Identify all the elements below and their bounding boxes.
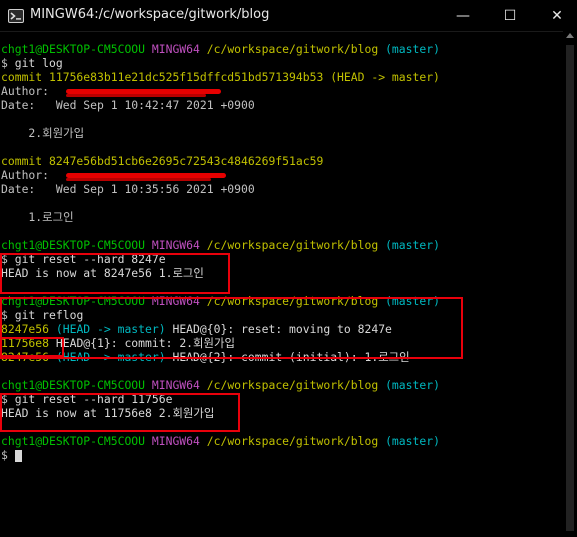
scroll-thumb[interactable] bbox=[566, 45, 574, 531]
close-button[interactable]: ✕ bbox=[534, 0, 577, 31]
prompt-branch: (master) bbox=[385, 434, 440, 448]
author-label: Author: bbox=[1, 84, 56, 98]
prompt-line: chgt1@DESKTOP-CM5COOU MINGW64 /c/workspa… bbox=[1, 42, 561, 56]
author-redaction bbox=[66, 94, 206, 97]
annotation-box-reflog bbox=[0, 297, 463, 359]
commit-hash: commit 11756e83b11e21dc525f15dffcd51bd57… bbox=[1, 70, 324, 84]
command-line[interactable]: $ bbox=[1, 448, 561, 462]
prompt-path: /c/workspace/gitwork/blog bbox=[206, 434, 379, 448]
text-cursor bbox=[14, 449, 22, 462]
git-bash-icon bbox=[8, 9, 24, 23]
prompt-line: chgt1@DESKTOP-CM5COOU MINGW64 /c/workspa… bbox=[1, 378, 561, 392]
prompt-branch: (master) bbox=[385, 378, 440, 392]
prompt-shell: MINGW64 bbox=[151, 378, 200, 392]
prompt-user-host: chgt1@DESKTOP-CM5COOU bbox=[1, 434, 146, 448]
scroll-up-arrow-icon[interactable] bbox=[566, 33, 574, 38]
commit-ref: (HEAD -> master) bbox=[330, 70, 440, 84]
maximize-button[interactable]: ☐ bbox=[487, 0, 533, 31]
git-log-command: git log bbox=[14, 56, 63, 70]
command-line: $ git log bbox=[1, 56, 561, 70]
minimize-button[interactable]: — bbox=[440, 0, 486, 31]
prompt-user-host: chgt1@DESKTOP-CM5COOU bbox=[1, 42, 146, 56]
annotation-box-hash bbox=[0, 337, 64, 357]
prompt-line: chgt1@DESKTOP-CM5COOU MINGW64 /c/workspa… bbox=[1, 434, 561, 448]
prompt-shell: MINGW64 bbox=[151, 238, 200, 252]
prompt-line: chgt1@DESKTOP-CM5COOU MINGW64 /c/workspa… bbox=[1, 238, 561, 252]
prompt-branch: (master) bbox=[385, 238, 440, 252]
annotation-box-reset bbox=[0, 253, 230, 294]
prompt-path: /c/workspace/gitwork/blog bbox=[206, 378, 379, 392]
annotation-box-reset-back bbox=[0, 393, 240, 432]
prompt-branch: (master) bbox=[385, 42, 440, 56]
commit-message: 2.회원가입 bbox=[1, 126, 85, 140]
commit-line: commit 8247e56bd51cb6e2695c72543c4846269… bbox=[1, 154, 324, 168]
author-redaction bbox=[66, 178, 211, 181]
commit-message: 1.로그인 bbox=[1, 210, 74, 224]
prompt-symbol: $ bbox=[1, 56, 8, 70]
prompt-shell: MINGW64 bbox=[151, 434, 200, 448]
title-bar: MINGW64:/c/workspace/gitwork/blog — ☐ ✕ bbox=[0, 0, 577, 32]
author-label: Author: bbox=[1, 168, 56, 182]
prompt-path: /c/workspace/gitwork/blog bbox=[206, 238, 379, 252]
prompt-path: /c/workspace/gitwork/blog bbox=[206, 42, 379, 56]
vertical-scrollbar[interactable] bbox=[563, 31, 577, 537]
prompt-shell: MINGW64 bbox=[151, 42, 200, 56]
date-line: Date: Wed Sep 1 10:42:47 2021 +0900 bbox=[1, 98, 255, 112]
prompt-user-host: chgt1@DESKTOP-CM5COOU bbox=[1, 238, 146, 252]
window-title: MINGW64:/c/workspace/gitwork/blog bbox=[30, 7, 270, 22]
prompt-symbol: $ bbox=[1, 448, 8, 462]
prompt-user-host: chgt1@DESKTOP-CM5COOU bbox=[1, 378, 146, 392]
commit-line: commit 11756e83b11e21dc525f15dffcd51bd57… bbox=[1, 70, 561, 84]
date-line: Date: Wed Sep 1 10:35:56 2021 +0900 bbox=[1, 182, 255, 196]
